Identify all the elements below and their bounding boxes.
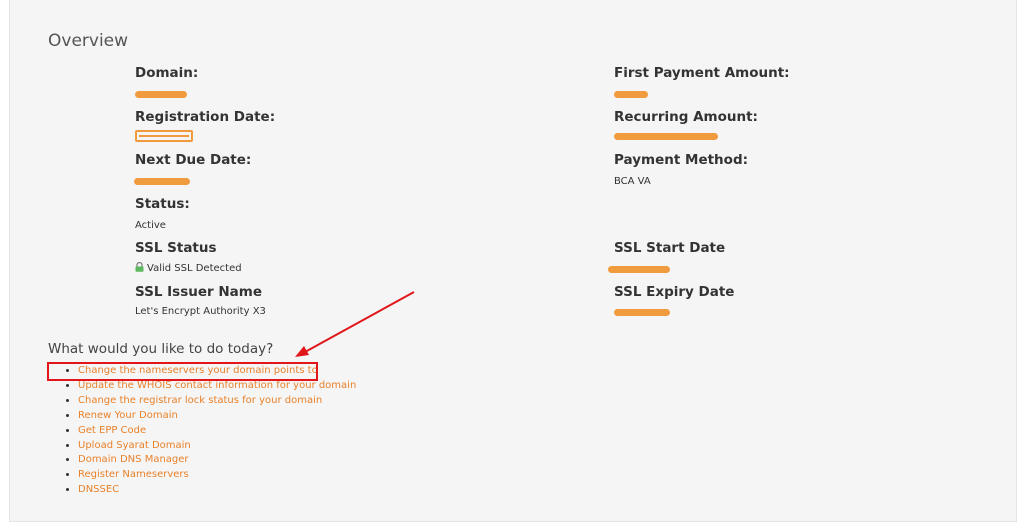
annotation-arrow [295, 291, 415, 357]
